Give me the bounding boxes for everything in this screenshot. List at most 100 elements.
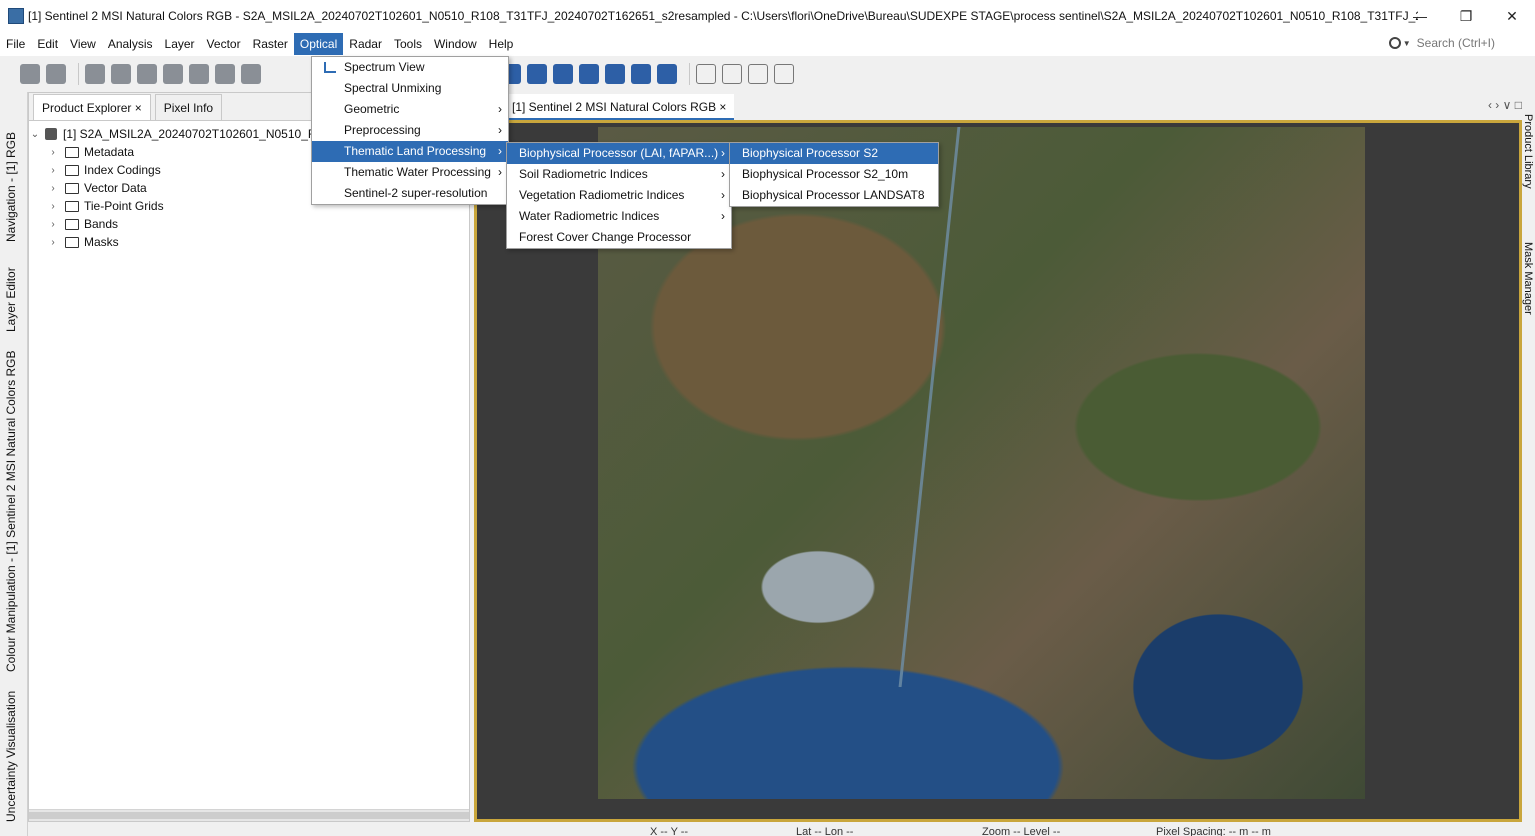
chevron-right-icon[interactable]: › <box>47 219 59 230</box>
side-tab-uncertainty[interactable]: Uncertainty Visualisation <box>4 691 18 822</box>
menu-item-label: Thematic Water Processing <box>344 165 491 179</box>
tab-product-explorer[interactable]: Product Explorer × <box>33 94 151 120</box>
chevron-right-icon: › <box>498 165 502 179</box>
close-button[interactable]: ✕ <box>1489 0 1535 32</box>
folder-icon <box>65 164 79 176</box>
tile-evenly-icon[interactable] <box>774 64 794 84</box>
side-tab-colour-manipulation[interactable]: Colour Manipulation - [1] Sentinel 2 MSI… <box>4 351 18 672</box>
tile-grid-icon[interactable] <box>748 64 768 84</box>
side-tab-layer-editor[interactable]: Layer Editor <box>4 267 18 332</box>
menu-edit[interactable]: Edit <box>31 33 64 55</box>
menu-item-forest-cover-change[interactable]: Forest Cover Change Processor <box>507 227 731 248</box>
shape-tool-icon[interactable] <box>553 64 573 84</box>
tree-node-bands[interactable]: › Bands <box>29 215 469 233</box>
folder-icon <box>65 182 79 194</box>
chart-icon <box>324 62 336 73</box>
horizontal-scrollbar[interactable] <box>29 809 469 821</box>
menu-raster[interactable]: Raster <box>247 33 294 55</box>
menu-analysis[interactable]: Analysis <box>102 33 159 55</box>
rectangle-tool-icon[interactable] <box>527 64 547 84</box>
save-product-icon[interactable] <box>46 64 66 84</box>
menu-item-label: Forest Cover Change Processor <box>519 230 692 244</box>
tree-node-label: Bands <box>84 217 119 231</box>
folder-icon <box>65 218 79 230</box>
menu-item-water-indices[interactable]: Water Radiometric Indices › <box>507 206 731 227</box>
menu-item-biophysical-landsat8[interactable]: Biophysical Processor LANDSAT8 <box>730 185 938 206</box>
status-zoom: Zoom -- Level -- <box>982 826 1061 836</box>
menu-item-label: Water Radiometric Indices <box>519 209 660 223</box>
chevron-right-icon[interactable]: › <box>47 201 59 212</box>
river-feature <box>898 127 961 687</box>
chevron-right-icon[interactable]: › <box>47 237 59 248</box>
folder-icon <box>65 236 79 248</box>
status-latlon: Lat -- Lon -- <box>796 826 854 836</box>
menu-item-vegetation-indices[interactable]: Vegetation Radiometric Indices › <box>507 185 731 206</box>
minimize-button[interactable]: — <box>1397 0 1443 32</box>
menu-item-thematic-land-processing[interactable]: Thematic Land Processing › <box>312 141 508 162</box>
window-title: [1] Sentinel 2 MSI Natural Colors RGB - … <box>28 9 1418 23</box>
menu-item-geometric[interactable]: Geometric › <box>312 99 508 120</box>
menu-item-biophysical-s2[interactable]: Biophysical Processor S2 <box>730 143 938 164</box>
side-tab-navigation[interactable]: Navigation - [1] RGB <box>4 132 18 242</box>
tree-node-masks[interactable]: › Masks <box>29 233 469 251</box>
chevron-right-icon[interactable]: › <box>47 183 59 194</box>
world-map-icon[interactable] <box>215 64 235 84</box>
menu-item-thematic-water-processing[interactable]: Thematic Water Processing › <box>312 162 508 183</box>
menu-radar[interactable]: Radar <box>343 33 388 55</box>
insert-point-icon[interactable] <box>631 64 651 84</box>
restore-button[interactable]: ❐ <box>1443 0 1489 32</box>
menu-item-preprocessing[interactable]: Preprocessing › <box>312 120 508 141</box>
tab-pixel-info[interactable]: Pixel Info <box>154 94 223 120</box>
menu-item-sentinel2-super-resolution[interactable]: Sentinel-2 super-resolution <box>312 183 508 204</box>
view-tab-controls[interactable]: ‹ › ∨ □ <box>1488 98 1522 112</box>
menu-item-label: Biophysical Processor LANDSAT8 <box>742 188 925 202</box>
side-tab-product-library[interactable]: Product Library <box>1522 114 1534 189</box>
menu-layer[interactable]: Layer <box>159 33 201 55</box>
pin-icon[interactable] <box>163 64 183 84</box>
menu-item-soil-indices[interactable]: Soil Radiometric Indices › <box>507 164 731 185</box>
window-controls: — ❐ ✕ <box>1397 0 1535 32</box>
ellipse-tool-icon[interactable] <box>579 64 599 84</box>
tile-vertical-icon[interactable] <box>722 64 742 84</box>
menu-view[interactable]: View <box>64 33 102 55</box>
side-tab-mask-manager[interactable]: Mask Manager <box>1522 242 1534 315</box>
snap-app-icon <box>8 8 24 24</box>
range-finder-icon[interactable] <box>111 64 131 84</box>
gcp-icon[interactable] <box>189 64 209 84</box>
menu-item-label: Geometric <box>344 102 400 116</box>
graph-builder-icon[interactable] <box>241 64 261 84</box>
search-box[interactable]: ▼ Search (Ctrl+I) <box>1388 36 1495 50</box>
menu-item-spectral-unmixing[interactable]: Spectral Unmixing <box>312 78 508 99</box>
chevron-right-icon[interactable]: › <box>47 165 59 176</box>
graticule-icon[interactable] <box>137 64 157 84</box>
menu-item-spectrum-view[interactable]: Spectrum View <box>312 57 508 78</box>
status-pixel-spacing: Pixel Spacing: -- m -- m <box>1156 826 1271 836</box>
chevron-right-icon: › <box>721 188 725 202</box>
menu-window[interactable]: Window <box>428 33 483 55</box>
chevron-down-icon[interactable]: ⌄ <box>29 129 41 140</box>
pixel-info-icon[interactable] <box>85 64 105 84</box>
tab-image-view[interactable]: [1] Sentinel 2 MSI Natural Colors RGB × <box>504 94 735 120</box>
menu-vector[interactable]: Vector <box>201 33 247 55</box>
chevron-right-icon: › <box>721 209 725 223</box>
scrollbar-thumb[interactable] <box>29 812 469 819</box>
menu-item-biophysical-s2-10m[interactable]: Biophysical Processor S2_10m <box>730 164 938 185</box>
magic-wand-icon[interactable] <box>605 64 625 84</box>
open-product-icon[interactable] <box>20 64 40 84</box>
left-side-tabs: Uncertainty Visualisation Colour Manipul… <box>0 92 28 836</box>
menu-item-label: Vegetation Radiometric Indices <box>519 188 685 202</box>
menu-item-label: Sentinel-2 super-resolution <box>344 186 488 200</box>
menu-tools[interactable]: Tools <box>388 33 428 55</box>
toolbar-separator <box>78 63 79 85</box>
status-bar: X -- Y -- Lat -- Lon -- Zoom -- Level --… <box>474 822 1522 836</box>
menu-help[interactable]: Help <box>483 33 520 55</box>
line-tool-icon[interactable] <box>657 64 677 84</box>
tile-horizontal-icon[interactable] <box>696 64 716 84</box>
menu-file[interactable]: File <box>0 33 31 55</box>
menu-item-biophysical-processor[interactable]: Biophysical Processor (LAI, fAPAR...) › <box>507 143 731 164</box>
menu-optical[interactable]: Optical <box>293 33 344 55</box>
menu-item-label: Spectrum View <box>344 60 425 74</box>
chevron-down-icon: ▼ <box>1402 38 1411 48</box>
chevron-right-icon[interactable]: › <box>47 147 59 158</box>
tree-node-label: Vector Data <box>84 181 147 195</box>
